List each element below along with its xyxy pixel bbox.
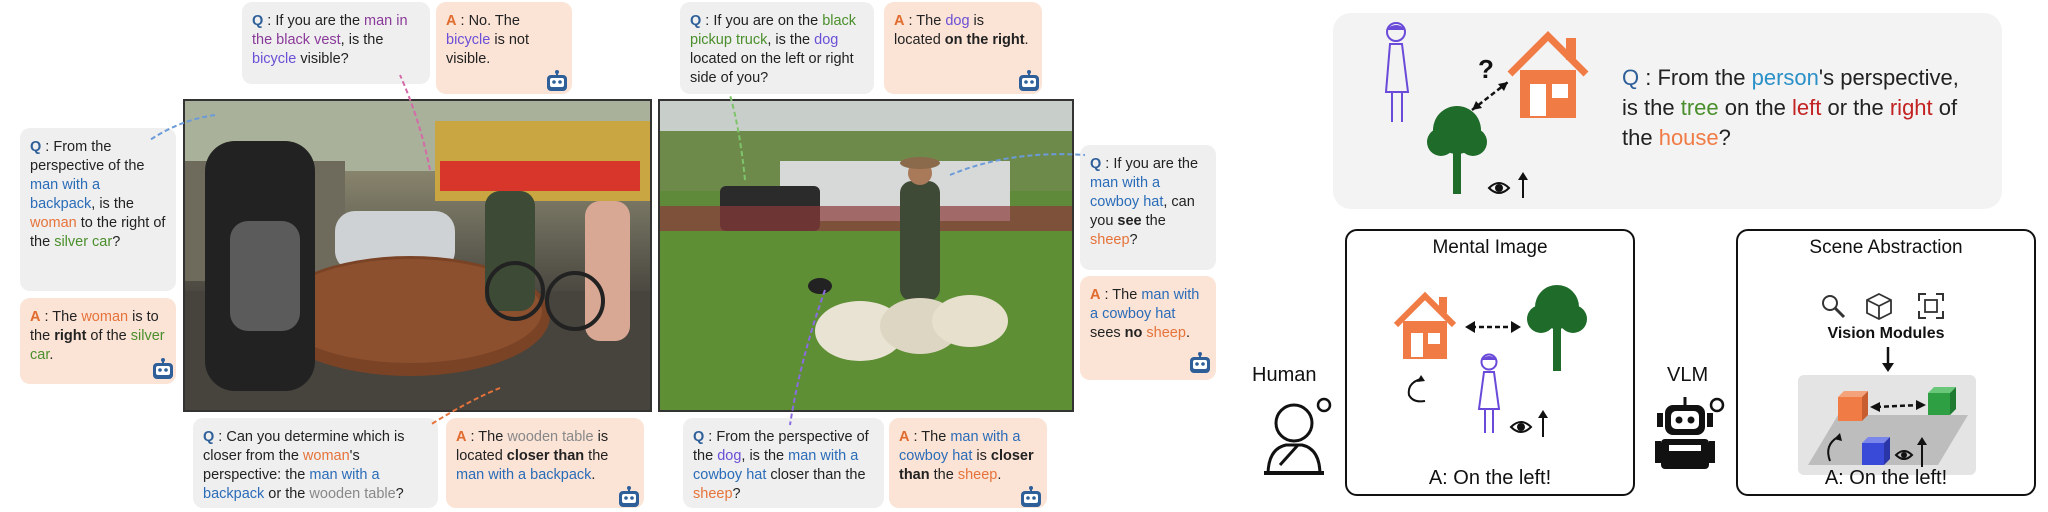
eye-icon — [1487, 172, 1528, 198]
perspective-arrow — [1465, 321, 1521, 333]
diagram-question: Q : From the person's perspective, is th… — [1622, 65, 1959, 150]
mental-image-title: Mental Image — [1432, 237, 1548, 258]
vision-modules-label: Vision Modules — [1827, 325, 1945, 342]
mental-image-panel: Mental Image A: On the left! — [1345, 229, 1635, 496]
scene-abstraction-panel: Scene Abstraction Vision Modules A: On t… — [1736, 229, 2036, 496]
rotate-arrow-icon — [1407, 375, 1426, 403]
tree-icon — [1427, 106, 1487, 194]
abstract-scene-drawing — [1808, 387, 1968, 467]
person-icon — [1384, 22, 1410, 122]
scan-icon — [1918, 293, 1944, 319]
house-icon — [1507, 31, 1589, 118]
vlm-label: VLM — [1667, 364, 1709, 386]
house-icon — [1393, 291, 1457, 359]
human-label: Human — [1252, 364, 1317, 386]
scene-abstraction-title: Scene Abstraction — [1809, 237, 1963, 258]
person-icon — [1477, 353, 1501, 433]
scene-abstraction-answer: A: On the left! — [1824, 467, 1948, 489]
mental-image-answer: A: On the left! — [1428, 467, 1552, 489]
eye-icon — [1509, 410, 1548, 437]
human-thinking-icon — [1264, 397, 1332, 476]
tree-icon — [1527, 285, 1587, 371]
magnifier-icon — [1822, 295, 1846, 319]
vlm-robot-icon — [1655, 397, 1725, 469]
down-arrow-icon — [1882, 347, 1894, 372]
question-mark: ? — [1478, 54, 1494, 84]
cube-icon — [1866, 292, 1892, 321]
connector-arrows — [149, 74, 1086, 426]
